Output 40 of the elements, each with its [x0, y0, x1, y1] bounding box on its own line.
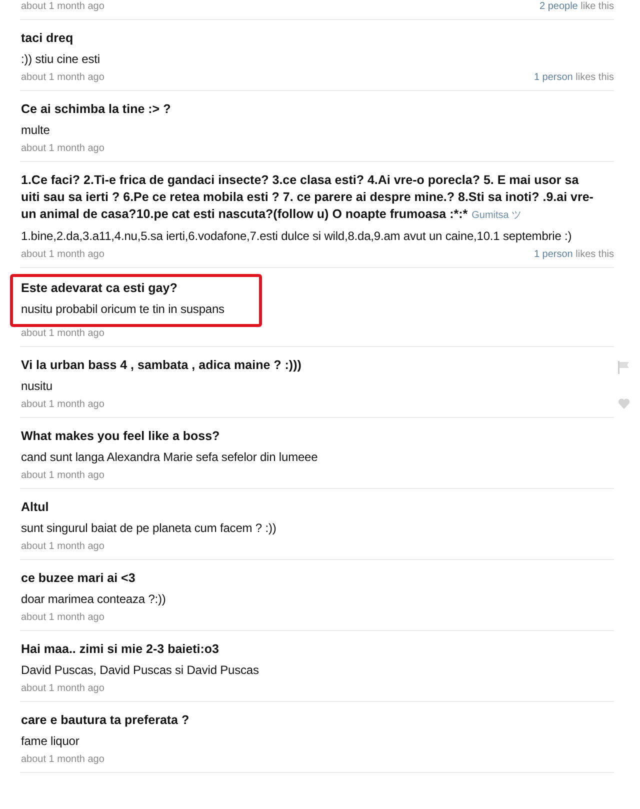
question-text: Hai maa.. zimi si mie 2-3 baieti:o3 — [21, 641, 220, 658]
timestamp: about 1 month ago — [21, 753, 104, 767]
timestamp: about 1 month ago — [21, 327, 104, 341]
answer-text: cand sunt langa Alexandra Marie sefa sefelor din lumeee — [21, 449, 319, 466]
timestamp: about 1 month ago — [21, 0, 104, 14]
timestamp: about 1 month ago — [21, 469, 104, 483]
question-text: Vi la urban bass 4 , sambata , adica maine ? :))) — [21, 357, 302, 374]
likes-text: like this — [580, 1, 614, 12]
timestamp: about 1 month ago — [21, 611, 104, 625]
asker-link[interactable]: Gumitsa ツ — [472, 210, 522, 221]
answer-text: multe — [21, 122, 51, 139]
question-text: taci dreq — [21, 30, 74, 47]
timestamp: about 1 month ago — [21, 682, 104, 696]
timestamp: about 1 month ago — [21, 540, 104, 554]
answer-text: sunt singurul baiat de pe planeta cum facem ? :)) — [21, 520, 278, 537]
answer-text: nusitu — [21, 378, 54, 395]
question-text: Este adevarat ca esti gay? — [21, 280, 178, 297]
timestamp: about 1 month ago — [21, 142, 104, 156]
answer-text: doar marimea conteaza ?:)) — [21, 591, 167, 608]
likes-link[interactable]: 2 people — [539, 1, 578, 12]
question-text: 1.Ce faci? 2.Ti-e frica de gandaci insecte? 3.ce clasa esti? 4.Ai vre-o porecla? 5. E mai usor sa uiti sau sa ierti ? 6.Pe ce retea mobila esti ? 7. ce parere ai despre mine.? 8.Sti sa inoti? .9.ai vre-un animal de casa?10.pe cat esti nascuta?(follow u) O noapte frumoasa :*:* Gumitsa ツ — [21, 172, 594, 223]
answer-text: :)) stiu cine esti — [21, 51, 101, 68]
heart-icon[interactable] — [618, 398, 630, 409]
likes-text: likes this — [576, 72, 614, 83]
question-text: care e bautura ta preferata ? — [21, 712, 190, 729]
answer-text: nusitu probabil oricum te tin in suspans — [21, 301, 226, 318]
answer-text: fame liquor — [21, 733, 80, 750]
question-text: Altul — [21, 499, 50, 516]
question-text: ce buzee mari ai <3 — [21, 570, 136, 587]
question-text: Ce ai schimba la tine :> ? — [21, 101, 172, 118]
answer-text: 1.bine,2.da,3.a11,4.nu,5.sa ierti,6.vodafone,7.esti dulce si wild,8.da,9.am avut un caine,10.1 septembrie :) — [21, 228, 573, 245]
likes-link[interactable]: 1 person — [534, 249, 573, 260]
likes-text: likes this — [576, 249, 614, 260]
likes-link[interactable]: 1 person — [534, 72, 573, 83]
flag-icon[interactable] — [618, 361, 630, 374]
timestamp: about 1 month ago — [21, 71, 104, 85]
answer-text: David Puscas, David Puscas si David Puscas — [21, 662, 260, 679]
question-text: What makes you feel like a boss? — [21, 428, 221, 445]
timestamp: about 1 month ago — [21, 248, 104, 262]
timestamp: about 1 month ago — [21, 398, 104, 412]
